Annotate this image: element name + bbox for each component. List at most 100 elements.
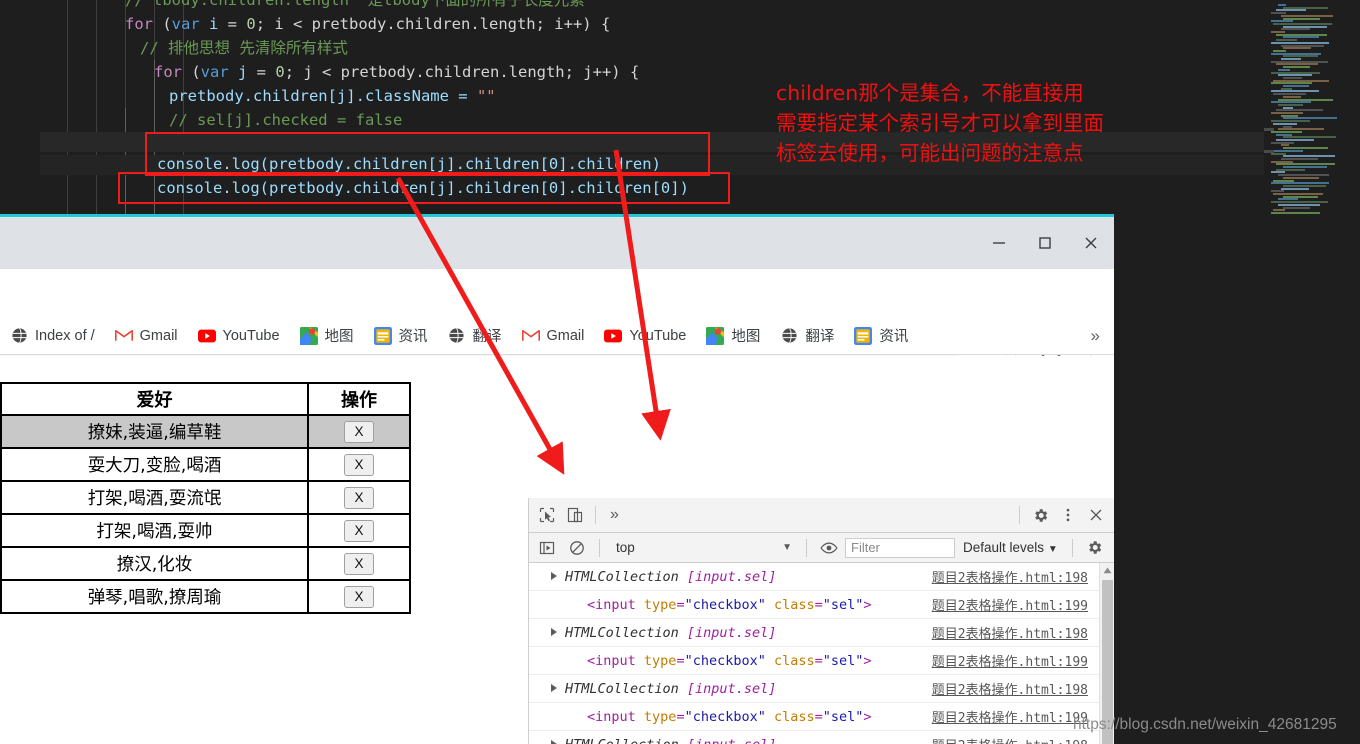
browser-titlebar[interactable] (0, 217, 1114, 269)
bookmark-item-4[interactable]: 地图 (290, 321, 364, 350)
annotation-text: children那个是集合，不能直接用 需要指定某个索引号才可以拿到里面 标签去… (776, 81, 1104, 165)
minimap-line (1283, 47, 1311, 50)
minimap-line (1283, 176, 1319, 179)
hobby-cell: 撩汉,化妆 (0, 546, 309, 581)
bookmark-label: Gmail (546, 327, 585, 344)
minimap-line (1280, 114, 1298, 117)
console-element-row[interactable]: <input type="checkbox" class="sel"> 题目2表格… (529, 703, 1114, 731)
minimap-line (1273, 93, 1306, 96)
gmail-icon (114, 327, 133, 345)
delete-row-button[interactable]: X (344, 453, 374, 476)
inspect-element-icon[interactable] (533, 501, 561, 529)
delete-row-button[interactable]: X (344, 519, 374, 542)
bookmark-item-6[interactable]: 翻译 (438, 321, 512, 350)
bookmark-label: YouTube (629, 327, 687, 344)
bookmark-item-2[interactable]: Gmail (105, 323, 188, 349)
delete-row-button[interactable]: X (344, 552, 374, 575)
bookmark-item-9[interactable]: 地图 (696, 321, 770, 350)
console-source-link[interactable]: 题目2表格操作.html:199 (932, 707, 1088, 726)
console-source-link[interactable]: 题目2表格操作.html:199 (932, 651, 1088, 670)
bookmark-item-3[interactable]: YouTube (188, 323, 290, 349)
minimap-line (1275, 139, 1314, 141)
delete-row-button[interactable]: X (344, 585, 374, 608)
minimap-line (1280, 28, 1310, 31)
minimap-line (1270, 141, 1294, 144)
log-levels-label: Default levels (963, 540, 1045, 555)
bookmark-item-1[interactable]: Index of / (0, 323, 105, 349)
console-source-link[interactable]: 题目2表格操作.html:198 (932, 623, 1088, 642)
expand-triangle-icon[interactable] (551, 740, 557, 744)
devtools-tabs-overflow[interactable]: » (602, 506, 627, 524)
console-element-row[interactable]: <input type="checkbox" class="sel"> 题目2表格… (529, 647, 1114, 675)
bookmark-item-8[interactable]: YouTube (594, 323, 696, 349)
bookmark-item-11[interactable]: 资讯 (844, 321, 918, 350)
minimap-line (1270, 160, 1293, 163)
device-toolbar-icon[interactable] (561, 501, 589, 529)
close-icon[interactable] (1068, 217, 1114, 269)
delete-row-button[interactable]: X (344, 486, 374, 509)
youtube-icon (197, 327, 216, 345)
minimap-line (1275, 33, 1327, 36)
expand-triangle-icon[interactable] (551, 684, 557, 692)
console-message: HTMLCollection [input.sel] (565, 680, 777, 697)
minimap-line (1278, 174, 1329, 177)
execution-context-select[interactable]: top ▼ (608, 540, 798, 555)
bookmarks-overflow-icon[interactable]: » (1077, 322, 1114, 350)
minimap-line (1283, 6, 1328, 9)
table-row[interactable]: 打架,喝酒,耍帅 X (0, 513, 411, 548)
bookmark-item-10[interactable]: 翻译 (770, 321, 844, 350)
bookmark-item-5[interactable]: 资讯 (364, 321, 438, 350)
minimap-line (1283, 95, 1301, 98)
settings-gear-icon[interactable] (1026, 501, 1054, 529)
maximize-icon[interactable] (1022, 217, 1068, 269)
bookmark-label: YouTube (222, 327, 280, 344)
console-output-list[interactable]: HTMLCollection [input.sel] 题目2表格操作.html:1… (529, 563, 1114, 744)
console-collection-row[interactable]: HTMLCollection [input.sel] 题目2表格操作.html:1… (529, 563, 1114, 591)
table-row[interactable]: 弹琴,唱歌,撩周瑜 X (0, 579, 411, 614)
devtools-close-icon[interactable] (1082, 501, 1110, 529)
console-message: <input type="checkbox" class="sel"> (587, 708, 872, 725)
action-cell: X (307, 513, 411, 548)
execution-context-icon[interactable] (533, 534, 561, 562)
expand-triangle-icon[interactable] (551, 572, 557, 580)
minimap-line (1280, 14, 1333, 17)
delete-row-button[interactable]: X (344, 420, 374, 443)
minimap-marker (1264, 128, 1274, 131)
clear-console-icon[interactable] (563, 534, 591, 562)
expand-triangle-icon[interactable] (551, 628, 557, 636)
browser-window: ml Index of / Gmail YouTube 地图 资讯 翻译 Gmail YouT… (0, 214, 1114, 744)
minimap-line (1270, 190, 1284, 193)
console-source-link[interactable]: 题目2表格操作.html:198 (932, 567, 1088, 586)
console-settings-gear-icon[interactable] (1081, 534, 1109, 562)
console-source-link[interactable]: 题目2表格操作.html:198 (932, 735, 1088, 744)
minimap-line (1275, 133, 1292, 136)
bookmark-item-7[interactable]: Gmail (512, 323, 595, 349)
console-message: HTMLCollection [input.sel] (565, 624, 777, 641)
console-source-link[interactable]: 题目2表格操作.html:198 (932, 679, 1088, 698)
action-cell: X (307, 480, 411, 515)
table-row[interactable]: 打架,喝酒,耍流氓 X (0, 480, 411, 515)
devtools-kebab-menu-icon[interactable] (1054, 501, 1082, 529)
minimap-line (1273, 49, 1286, 52)
console-filter-input[interactable]: Filter (845, 537, 955, 558)
minimap-line (1280, 58, 1301, 60)
table-row[interactable]: 撩妹,装逼,编草鞋 X (0, 414, 411, 449)
bookmark-label: 地图 (731, 329, 761, 345)
console-collection-row[interactable]: HTMLCollection [input.sel] 题目2表格操作.html:1… (529, 731, 1114, 744)
console-collection-row[interactable]: HTMLCollection [input.sel] 题目2表格操作.html:1… (529, 675, 1114, 703)
table-row[interactable]: 耍大刀,变脸,喝酒 X (0, 447, 411, 482)
table-row[interactable]: 撩汉,化妆 X (0, 546, 411, 581)
live-expression-icon[interactable] (815, 534, 843, 562)
minimap-line (1270, 41, 1329, 44)
console-source-link[interactable]: 题目2表格操作.html:199 (932, 595, 1088, 614)
minimap-line (1278, 203, 1320, 206)
editor-minimap[interactable] (1264, 0, 1360, 215)
console-collection-row[interactable]: HTMLCollection [input.sel] 题目2表格操作.html:1… (529, 619, 1114, 647)
console-element-row[interactable]: <input type="checkbox" class="sel"> 题目2表格… (529, 591, 1114, 619)
hobby-cell: 弹琴,唱歌,撩周瑜 (0, 579, 309, 614)
minimize-icon[interactable] (976, 217, 1022, 269)
minimap-line (1283, 125, 1292, 128)
minimap-line (1283, 17, 1320, 20)
scroll-up-arrow-icon[interactable] (1100, 563, 1114, 578)
log-levels-select[interactable]: Default levels ▼ (957, 540, 1064, 555)
